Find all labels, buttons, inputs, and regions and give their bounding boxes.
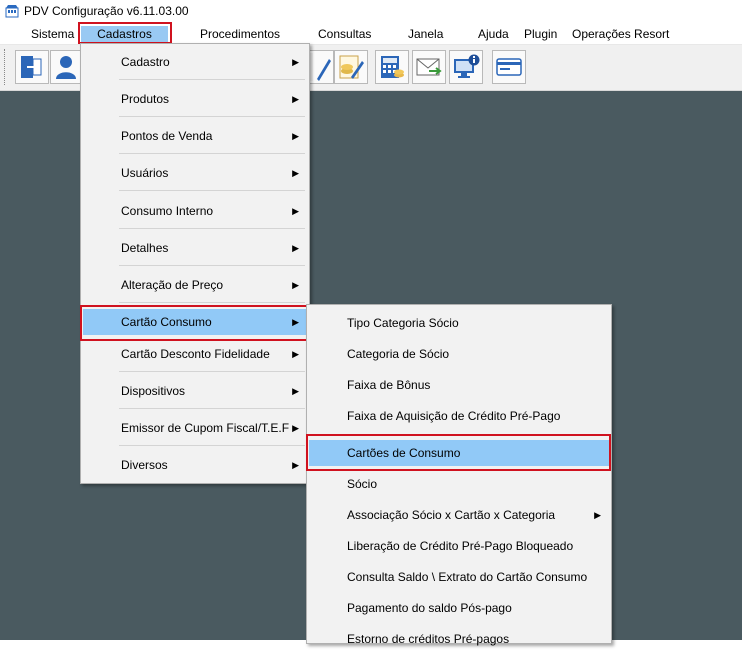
coins-edit-button[interactable] [334,50,368,84]
menu-separator [119,190,305,191]
menu-consultas[interactable]: Consultas [318,26,371,42]
computer-info-button[interactable] [449,50,483,84]
menu-item-diversos[interactable]: Diversos ▶ [83,452,307,478]
menu-item-estorno-creditos[interactable]: Estorno de créditos Pré-pagos [309,626,609,652]
menu-item-produtos[interactable]: Produtos ▶ [83,86,307,112]
email-icon [416,58,442,76]
exit-button[interactable] [15,50,49,84]
menu-item-dispositivos[interactable]: Dispositivos ▶ [83,378,307,404]
menu-item-alteracao-de-preco[interactable]: Alteração de Preço ▶ [83,272,307,298]
menu-item-consulta-saldo-extrato[interactable]: Consulta Saldo \ Extrato do Cartão Consu… [309,564,609,590]
toolbar-grip[interactable] [4,49,8,85]
menu-operacoes-resort[interactable]: Operações Resort [572,26,669,42]
menu-item-detalhes[interactable]: Detalhes ▶ [83,235,307,261]
menu-separator [119,408,305,409]
menu-item-faixa-aquisicao-credito[interactable]: Faixa de Aquisição de Crédito Pré-Pago [309,403,609,429]
submenu-arrow-icon: ▶ [292,243,299,253]
submenu-arrow-icon: ▶ [292,168,299,178]
title-bar: PDV Configuração v6.11.03.00 [0,0,742,22]
menu-item-cartao-desconto-fidelidade[interactable]: Cartão Desconto Fidelidade ▶ [83,341,307,367]
card-button[interactable] [492,50,526,84]
submenu-arrow-icon: ▶ [292,206,299,216]
menu-sistema[interactable]: Sistema [31,26,74,42]
calculator-icon [381,56,404,78]
menu-separator [119,228,305,229]
menu-procedimentos[interactable]: Procedimentos [200,26,280,42]
menu-item-usuarios[interactable]: Usuários ▶ [83,160,307,186]
calculator-button[interactable] [375,50,409,84]
menu-separator [119,371,305,372]
window-title: PDV Configuração v6.11.03.00 [24,4,189,18]
menu-plugin[interactable]: Plugin [524,26,557,42]
menu-janela[interactable]: Janela [408,26,443,42]
menu-item-consumo-interno[interactable]: Consumo Interno ▶ [83,198,307,224]
menu-separator [119,265,305,266]
annotation-highlight-cartoes-de-consumo [306,434,611,471]
submenu-arrow-icon: ▶ [594,510,601,520]
menu-item-tipo-categoria-socio[interactable]: Tipo Categoria Sócio [309,310,609,336]
user-icon [56,56,76,79]
menu-separator [119,302,305,303]
annotation-highlight-cadastros [78,22,172,44]
submenu-arrow-icon: ▶ [292,280,299,290]
submenu-arrow-icon: ▶ [292,131,299,141]
menu-item-categoria-de-socio[interactable]: Categoria de Sócio [309,341,609,367]
card-icon [496,58,522,76]
submenu-arrow-icon: ▶ [292,94,299,104]
submenu-arrow-icon: ▶ [292,386,299,396]
annotation-highlight-cartao-consumo [80,305,308,341]
menu-item-liberacao-credito[interactable]: Liberação de Crédito Pré-Pago Bloqueado [309,533,609,559]
menu-item-emissor-cupom-fiscal[interactable]: Emissor de Cupom Fiscal/T.E.F ▶ [83,415,307,441]
menu-item-associacao-socio-cartao[interactable]: Associação Sócio x Cartão x Categoria ▶ [309,502,609,528]
menu-separator [119,153,305,154]
menu-separator [119,445,305,446]
cadastros-menu: Cadastro ▶ Produtos ▶ Pontos de Venda ▶ Usu… [80,43,310,484]
menu-ajuda[interactable]: Ajuda [478,26,509,42]
menu-item-pontos-de-venda[interactable]: Pontos de Venda ▶ [83,123,307,149]
menu-item-pagamento-saldo-pos-pago[interactable]: Pagamento do saldo Pós-pago [309,595,609,621]
app-icon [5,5,19,18]
cartao-consumo-submenu: Tipo Categoria Sócio Categoria de Sócio … [306,304,612,646]
menu-item-faixa-de-bonus[interactable]: Faixa de Bônus [309,372,609,398]
email-button[interactable] [412,50,446,84]
coins-edit-icon [339,55,364,79]
submenu-arrow-icon: ▶ [292,57,299,67]
submenu-arrow-icon: ▶ [292,423,299,433]
submenu-arrow-icon: ▶ [292,349,299,359]
menu-separator [119,79,305,80]
menu-separator [119,116,305,117]
exit-icon [21,56,42,78]
submenu-arrow-icon: ▶ [292,460,299,470]
user-button[interactable] [50,50,84,84]
menu-item-cadastro[interactable]: Cadastro ▶ [83,49,307,75]
computer-info-icon [454,54,480,78]
menu-item-socio[interactable]: Sócio [309,471,609,497]
